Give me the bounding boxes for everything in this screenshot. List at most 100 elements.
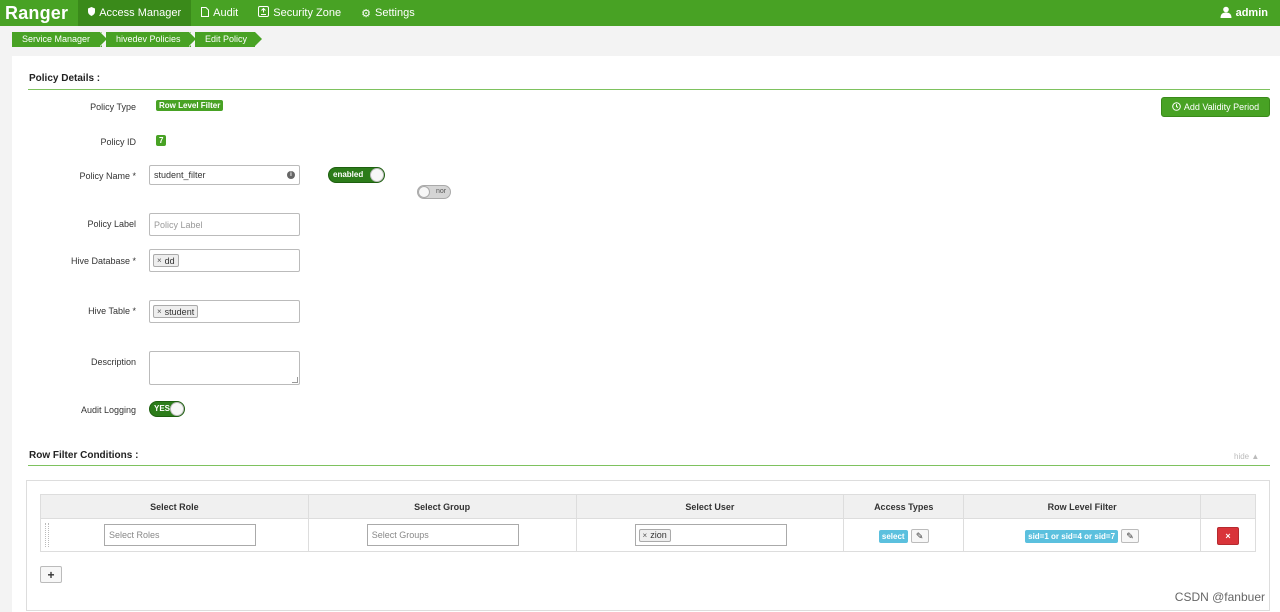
- row-filter-title: Row Filter Conditions :: [29, 450, 139, 461]
- access-types-cell: select ✎: [843, 518, 965, 552]
- section-divider: [28, 89, 1270, 90]
- watermark: CSDN @fanbuer: [1174, 590, 1265, 604]
- section-divider: [28, 465, 1270, 466]
- add-validity-period-button[interactable]: Add Validity Period: [1161, 97, 1270, 117]
- policy-id-label: Policy ID: [100, 137, 136, 147]
- col-header-row-filter: Row Level Filter: [963, 494, 1201, 519]
- description-textarea[interactable]: [149, 351, 300, 385]
- main-nav: Access Manager Audit Security Zone ⚙ Set…: [78, 0, 425, 26]
- nav-settings[interactable]: ⚙ Settings: [351, 0, 425, 26]
- col-header-role: Select Role: [40, 494, 309, 519]
- hide-link[interactable]: hide ▲: [1234, 452, 1259, 461]
- nav-security-zone[interactable]: Security Zone: [248, 0, 351, 26]
- select-groups-placeholder: Select Groups: [371, 530, 429, 540]
- hive-database-label: Hive Database *: [70, 256, 136, 266]
- policy-label-placeholder: Policy Label: [154, 219, 203, 230]
- toggle-text: nor: [436, 188, 447, 195]
- select-roles-input[interactable]: Select Roles: [104, 524, 256, 546]
- audit-logging-toggle[interactable]: YES: [149, 401, 185, 417]
- pencil-icon: ✎: [1126, 530, 1134, 541]
- policy-name-input[interactable]: student_filter i: [149, 165, 300, 185]
- tag-text: student: [164, 306, 195, 317]
- policy-name-label: Policy Name *: [79, 171, 136, 181]
- hive-database-input[interactable]: × dd: [149, 249, 300, 272]
- info-icon[interactable]: i: [287, 171, 295, 179]
- remove-tag-icon[interactable]: ×: [157, 256, 162, 265]
- actions-content: ×: [1201, 527, 1255, 545]
- clock-icon: [1172, 101, 1181, 113]
- breadcrumb-edit-policy: Edit Policy: [195, 32, 255, 47]
- edit-row-filter-button[interactable]: ✎: [1121, 529, 1140, 543]
- close-icon: ×: [1225, 531, 1231, 541]
- nav-label: Security Zone: [273, 7, 342, 19]
- user-cell: × zion: [575, 518, 845, 552]
- nav-audit[interactable]: Audit: [191, 0, 248, 26]
- tag-text: dd: [164, 255, 175, 266]
- add-condition-button[interactable]: +: [40, 566, 62, 583]
- breadcrumb-service-manager[interactable]: Service Manager: [12, 32, 102, 47]
- policy-details-title: Policy Details :: [29, 73, 101, 84]
- access-type-label: select: [878, 529, 908, 543]
- policy-label-label: Policy Label: [87, 219, 136, 229]
- policy-override-toggle[interactable]: nor: [417, 185, 451, 199]
- nav-label: Access Manager: [99, 7, 182, 19]
- database-tag: × dd: [153, 254, 179, 267]
- select-roles-placeholder: Select Roles: [109, 530, 160, 540]
- table-header-row: Select Role Select Group Select User Acc…: [40, 494, 1256, 519]
- brand-logo[interactable]: Ranger: [0, 3, 78, 24]
- toggle-knob: [370, 168, 384, 182]
- drag-handle[interactable]: [45, 523, 49, 547]
- role-cell: Select Roles: [40, 518, 309, 552]
- policy-type-label: Policy Type: [90, 102, 136, 112]
- tag-text: zion: [650, 530, 667, 540]
- access-types-content: select ✎: [844, 529, 963, 543]
- breadcrumb-hivedev-policies[interactable]: hivedev Policies: [106, 32, 191, 47]
- user-tag: × zion: [638, 528, 671, 542]
- username: admin: [1235, 7, 1268, 19]
- col-header-group: Select Group: [307, 494, 577, 519]
- row-filter-cell: sid=1 or sid=4 or sid=7 ✎: [963, 518, 1201, 552]
- audit-logging-label: Audit Logging: [80, 405, 136, 415]
- remove-tag-icon[interactable]: ×: [157, 307, 162, 316]
- resize-handle[interactable]: [292, 377, 298, 383]
- pencil-icon: ✎: [915, 530, 924, 541]
- nav-label: Audit: [213, 7, 239, 19]
- policy-enabled-toggle[interactable]: enabled: [328, 167, 385, 183]
- toggle-text: YES: [154, 404, 171, 413]
- hive-table-input[interactable]: × student: [149, 300, 300, 323]
- col-header-access-types: Access Types: [843, 494, 965, 519]
- delete-row-button[interactable]: ×: [1217, 527, 1239, 545]
- actions-cell: ×: [1200, 518, 1256, 552]
- shield-icon: [88, 7, 96, 19]
- policy-id-badge: 7: [156, 135, 167, 146]
- row-filter-table: Select Role Select Group Select User Acc…: [40, 494, 1256, 552]
- hive-table-label: Hive Table *: [88, 306, 136, 316]
- breadcrumb-arrow: [255, 32, 262, 46]
- select-groups-input[interactable]: Select Groups: [366, 524, 519, 546]
- col-header-actions: [1200, 494, 1256, 519]
- add-validity-label: Add Validity Period: [1183, 102, 1260, 112]
- toggle-text: enabled: [333, 170, 364, 179]
- policy-type-badge: Row Level Filter: [156, 100, 224, 111]
- col-header-user: Select User: [575, 494, 845, 519]
- row-filter-expression: sid=1 or sid=4 or sid=7: [1025, 529, 1119, 543]
- toggle-knob: [170, 402, 184, 416]
- policy-label-input[interactable]: Policy Label: [149, 213, 300, 236]
- zone-icon: [258, 6, 270, 20]
- top-navbar: Ranger Access Manager Audit Security Zon…: [0, 0, 1280, 26]
- user-menu[interactable]: admin: [1220, 6, 1280, 21]
- table-tag: × student: [153, 305, 199, 318]
- nav-access-manager[interactable]: Access Manager: [78, 0, 192, 26]
- row-filter-content: sid=1 or sid=4 or sid=7 ✎: [964, 529, 1200, 543]
- select-users-input[interactable]: × zion: [634, 524, 787, 546]
- remove-tag-icon[interactable]: ×: [643, 531, 648, 540]
- nav-label: Settings: [374, 7, 415, 19]
- file-icon: [201, 6, 210, 20]
- gear-icon: ⚙: [361, 7, 371, 20]
- plus-icon: +: [47, 567, 55, 582]
- toggle-knob: [418, 186, 430, 198]
- group-cell: Select Groups: [307, 518, 577, 552]
- user-icon: [1220, 6, 1232, 21]
- edit-access-types-button[interactable]: ✎: [910, 529, 929, 543]
- description-label: Description: [90, 357, 136, 367]
